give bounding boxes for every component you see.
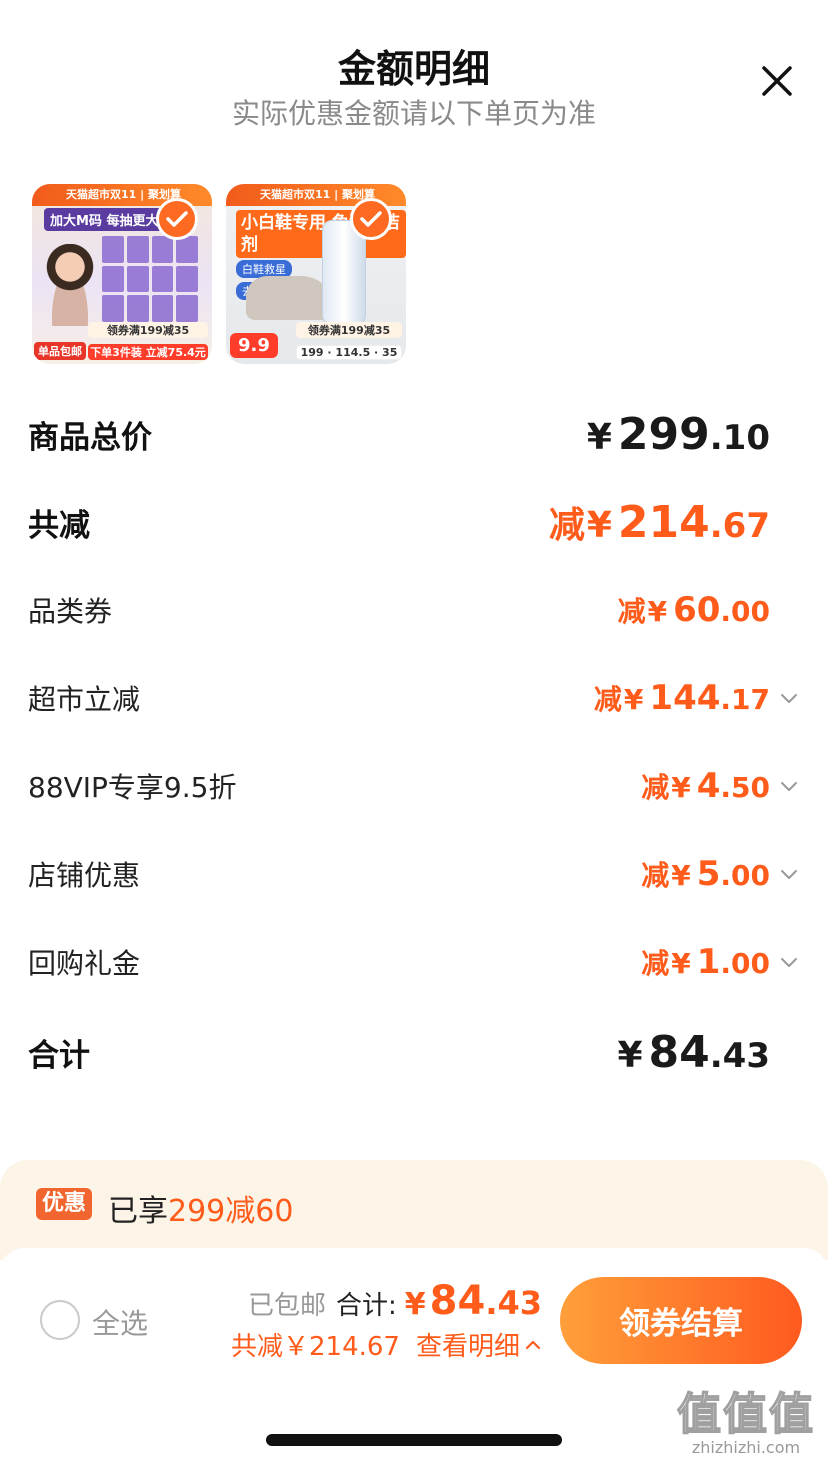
- product-thumbnails: 天猫超市双11 | 聚划算 加大M码 每抽更大更柔 单品包邮 领券满199减35…: [32, 184, 406, 366]
- product-coupon-text: 领券满199减35: [88, 322, 208, 338]
- close-button[interactable]: [758, 62, 796, 100]
- total-reduce-amount: 减 ¥214.67: [548, 497, 770, 548]
- watermark-url: zhizhizhi.com: [691, 1438, 801, 1457]
- chevron-up-icon: [525, 1340, 541, 1349]
- row-label: 共减: [28, 507, 90, 544]
- row-category-coupon: 品类券 减 ¥60.00: [28, 580, 800, 640]
- category-coupon-amount: 减 ¥60.00: [617, 590, 770, 630]
- chevron-down-icon[interactable]: [778, 863, 800, 885]
- chevron-down-icon[interactable]: [778, 775, 800, 797]
- select-all-label[interactable]: 全选: [92, 1302, 148, 1342]
- promo-highlight: 299减60: [168, 1194, 294, 1229]
- chevron-down-icon[interactable]: [778, 687, 800, 709]
- row-label: 合计: [28, 1037, 90, 1074]
- page-subtitle: 实际优惠金额请以下单页为准: [231, 97, 596, 130]
- promo-text: 已享299减60: [108, 1186, 293, 1230]
- row-label: 回购礼金: [28, 947, 141, 980]
- row-label: 88VIP专享9.5折: [28, 771, 237, 804]
- chevron-down-icon[interactable]: [778, 951, 800, 973]
- row-label: 商品总价: [28, 419, 152, 456]
- detail-line: 共减￥214.67 查看明细: [231, 1326, 542, 1363]
- product-model-image: [42, 244, 98, 326]
- row-label: 品类券: [28, 595, 113, 628]
- product-chip: 单品包邮: [34, 342, 86, 360]
- selected-check-icon: [156, 198, 198, 240]
- reduce-summary: 共减￥214.67: [231, 1332, 400, 1362]
- row-grand-total: 合计 ¥84.43: [28, 1022, 800, 1082]
- row-repurchase-gift[interactable]: 回购礼金 减 ¥1.00: [28, 932, 800, 992]
- vip-discount-amount: 减 ¥4.50: [641, 766, 770, 806]
- row-supermarket-discount[interactable]: 超市立减 减 ¥144.17: [28, 668, 800, 728]
- view-details-label: 查看明细: [415, 1332, 520, 1362]
- free-shipping-label: 已包邮: [247, 1291, 326, 1321]
- header: 金额明细 实际优惠金额请以下单页为准: [0, 0, 828, 150]
- selected-check-icon: [350, 198, 392, 240]
- product-thumbnail-tissue[interactable]: 天猫超市双11 | 聚划算 加大M码 每抽更大更柔 单品包邮 领券满199减35…: [32, 184, 212, 364]
- checkout-button[interactable]: 领券结算: [560, 1277, 802, 1364]
- product-promo-text: 下单3件装 立减75.4元: [88, 344, 208, 360]
- supermarket-discount-amount: 减 ¥144.17: [593, 678, 770, 718]
- sum-amount: ¥84.43: [404, 1278, 542, 1324]
- product-thumbnail-shoe-cleaner[interactable]: 天猫超市双11 | 聚划算 小白鞋专用 免洗清洁剂 白鞋救星 去黄增白 9.9 …: [226, 184, 406, 364]
- row-store-discount[interactable]: 店铺优惠 减 ¥5.00: [28, 844, 800, 904]
- product-coupon-text: 领券满199减35: [296, 322, 402, 338]
- row-label: 店铺优惠: [28, 859, 141, 892]
- watermark-chars: 值值值: [676, 1388, 815, 1441]
- row-vip-discount[interactable]: 88VIP专享9.5折 减 ¥4.50: [28, 756, 800, 816]
- row-total-reduce: 共减 减 ¥214.67: [28, 492, 800, 552]
- page-title: 金额明细: [337, 47, 490, 91]
- repurchase-gift-amount: 减 ¥1.00: [641, 942, 770, 982]
- home-indicator: [266, 1434, 562, 1446]
- promo-badge: 优惠: [36, 1188, 93, 1220]
- grand-total-amount: ¥84.43: [617, 1026, 770, 1078]
- product-promo-text: 199 · 114.5 · 35: [296, 345, 402, 360]
- sum-line: 已包邮 合计: ¥84.43: [248, 1278, 542, 1324]
- close-icon: [762, 66, 792, 96]
- total-price-amount: ¥299.10: [586, 408, 770, 460]
- row-label: 超市立减: [28, 683, 141, 716]
- product-image: [102, 236, 198, 322]
- product-price-chip: 9.9: [230, 333, 278, 358]
- row-total-price: 商品总价 ¥299.10: [28, 404, 800, 464]
- select-all-radio[interactable]: [40, 1300, 80, 1340]
- store-discount-amount: 减 ¥5.00: [641, 854, 770, 894]
- watermark-logo: 值值值 zhizhizhi.com: [672, 1378, 820, 1457]
- sum-label: 合计:: [336, 1291, 397, 1321]
- view-details-link[interactable]: 查看明细: [416, 1326, 542, 1363]
- promo-prefix: 已享: [108, 1194, 168, 1229]
